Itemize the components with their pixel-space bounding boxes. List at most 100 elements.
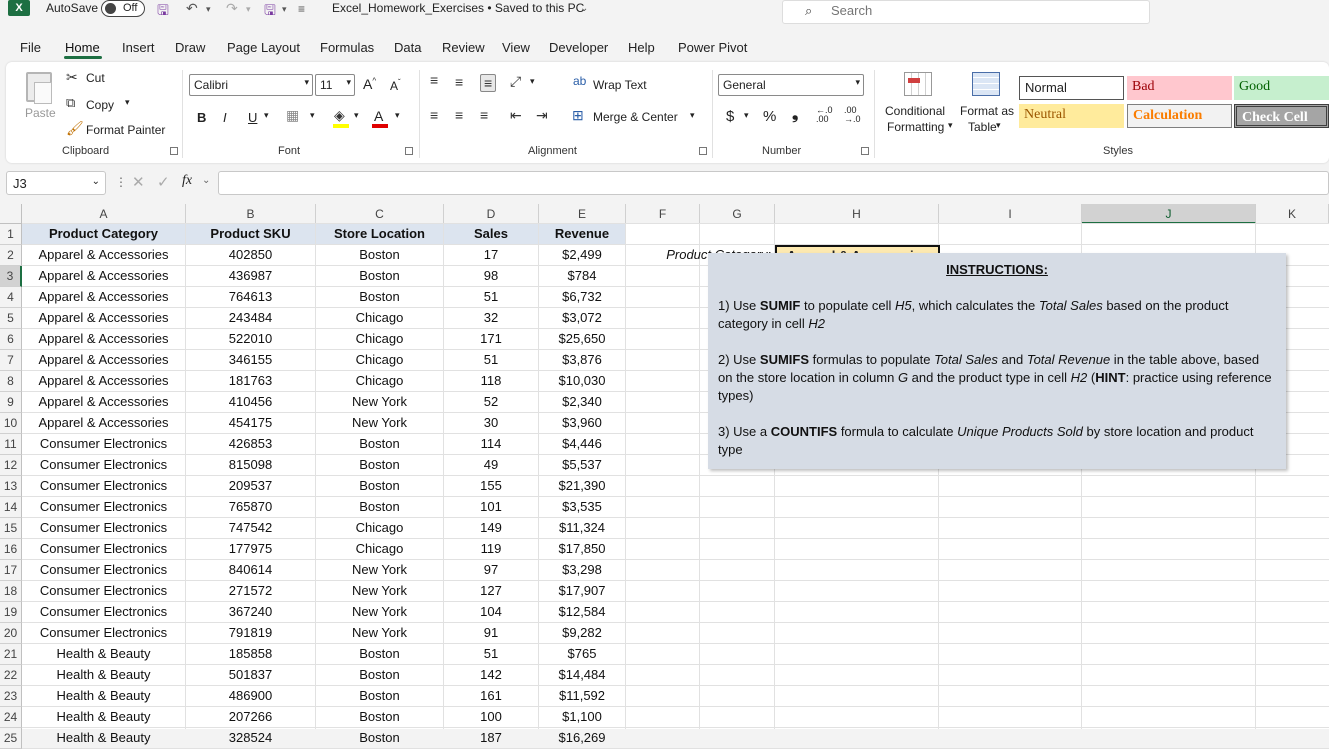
table-cell[interactable]: $25,650 — [539, 329, 625, 349]
table-cell[interactable]: 454175 — [186, 413, 315, 433]
column-header-b[interactable]: B — [186, 204, 316, 224]
table-cell[interactable]: Boston — [316, 245, 443, 265]
table-cell[interactable]: 17 — [444, 245, 538, 265]
table-cell[interactable]: Consumer Electronics — [22, 518, 185, 538]
table-cell[interactable]: $4,446 — [539, 434, 625, 454]
table-cell[interactable]: 328524 — [186, 728, 315, 748]
style-check-cell[interactable]: Check Cell — [1234, 104, 1329, 128]
currency-button[interactable]: $ — [726, 108, 734, 125]
table-cell[interactable]: $12,584 — [539, 602, 625, 622]
tab-review[interactable]: Review — [442, 40, 485, 55]
table-cell[interactable]: 187 — [444, 728, 538, 748]
style-bad[interactable]: Bad — [1127, 76, 1232, 100]
table-cell[interactable]: Consumer Electronics — [22, 560, 185, 580]
table-cell[interactable]: Health & Beauty — [22, 686, 185, 706]
table-cell[interactable]: Chicago — [316, 308, 443, 328]
borders-icon[interactable]: ▦ — [286, 107, 299, 124]
table-cell[interactable]: New York — [316, 581, 443, 601]
table-cell[interactable]: Consumer Electronics — [22, 455, 185, 475]
row-header[interactable]: 25 — [0, 728, 22, 749]
column-header-h[interactable]: H — [775, 204, 939, 224]
table-cell[interactable]: 243484 — [186, 308, 315, 328]
table-cell[interactable]: Boston — [316, 665, 443, 685]
file-title[interactable]: Excel_Homework_Exercises • Saved to this… — [332, 1, 584, 15]
table-cell[interactable]: $6,732 — [539, 287, 625, 307]
search-box[interactable]: ⌕ — [782, 0, 1150, 24]
customize-qat-icon[interactable]: ≡ — [298, 2, 305, 16]
bold-button[interactable]: B — [197, 110, 206, 125]
table-cell[interactable]: Boston — [316, 266, 443, 286]
table-cell[interactable]: 51 — [444, 644, 538, 664]
increase-indent-icon[interactable]: ⇥ — [536, 107, 548, 124]
table-cell[interactable]: Chicago — [316, 518, 443, 538]
borders-dropdown-icon[interactable]: ▾ — [310, 110, 315, 121]
tab-view[interactable]: View — [502, 40, 530, 55]
underline-dropdown-icon[interactable]: ▾ — [264, 110, 269, 121]
save-icon[interactable]: 🖫 — [157, 0, 169, 24]
table-cell[interactable]: Boston — [316, 686, 443, 706]
underline-button[interactable]: U — [248, 110, 257, 125]
copy-button[interactable]: Copy — [86, 98, 114, 112]
column-header-k[interactable]: K — [1256, 204, 1329, 224]
table-cell[interactable]: $10,030 — [539, 371, 625, 391]
qat-dropdown-icon[interactable]: ▾ — [282, 4, 287, 15]
style-neutral[interactable]: Neutral — [1019, 104, 1124, 128]
row-header[interactable]: 18 — [0, 581, 22, 602]
fill-dropdown-icon[interactable]: ▾ — [354, 110, 359, 121]
row-header[interactable]: 21 — [0, 644, 22, 665]
tab-file[interactable]: File — [20, 40, 41, 55]
column-header-g[interactable]: G — [700, 204, 775, 224]
table-cell[interactable]: $14,484 — [539, 665, 625, 685]
table-cell[interactable]: Boston — [316, 287, 443, 307]
font-launcher-icon[interactable] — [405, 147, 413, 155]
tab-formulas[interactable]: Formulas — [320, 40, 374, 55]
table-header-cell[interactable]: Product SKU — [186, 224, 315, 244]
cancel-icon[interactable]: ✕ — [132, 173, 145, 191]
table-cell[interactable]: $11,592 — [539, 686, 625, 706]
table-cell[interactable]: 185858 — [186, 644, 315, 664]
table-cell[interactable]: $765 — [539, 644, 625, 664]
table-cell[interactable]: 840614 — [186, 560, 315, 580]
row-header[interactable]: 9 — [0, 392, 22, 413]
wrap-text-icon[interactable]: ab — [573, 74, 586, 88]
percent-button[interactable]: % — [763, 108, 776, 125]
table-cell[interactable]: 98 — [444, 266, 538, 286]
table-cell[interactable]: Consumer Electronics — [22, 539, 185, 559]
table-cell[interactable]: 346155 — [186, 350, 315, 370]
table-cell[interactable]: New York — [316, 560, 443, 580]
shrink-font-icon[interactable]: Aˇ — [390, 78, 401, 93]
row-header[interactable]: 1 — [0, 224, 22, 245]
column-header-e[interactable]: E — [539, 204, 626, 224]
table-cell[interactable]: 51 — [444, 287, 538, 307]
table-cell[interactable]: Boston — [316, 434, 443, 454]
table-cell[interactable]: Chicago — [316, 329, 443, 349]
table-cell[interactable]: 367240 — [186, 602, 315, 622]
copy-icon[interactable]: ⧉ — [66, 95, 75, 111]
redo-dropdown-icon[interactable]: ▾ — [246, 4, 251, 15]
column-header-f[interactable]: F — [626, 204, 700, 224]
row-header[interactable]: 3 — [0, 266, 22, 287]
italic-button[interactable]: I — [223, 110, 227, 125]
table-cell[interactable]: Health & Beauty — [22, 665, 185, 685]
tab-developer[interactable]: Developer — [549, 40, 608, 55]
cut-button[interactable]: Cut — [86, 71, 105, 85]
table-cell[interactable]: New York — [316, 392, 443, 412]
table-cell[interactable]: Apparel & Accessories — [22, 245, 185, 265]
table-cell[interactable]: $3,298 — [539, 560, 625, 580]
font-name-select[interactable]: Calibri ▾ — [189, 74, 313, 96]
table-cell[interactable]: Health & Beauty — [22, 644, 185, 664]
table-cell[interactable]: 271572 — [186, 581, 315, 601]
instructions-textbox[interactable]: INSTRUCTIONS: 1) Use SUMIF to populate c… — [708, 253, 1286, 469]
column-header-i[interactable]: I — [939, 204, 1082, 224]
increase-decimal-button[interactable]: ←.0 .00 — [816, 106, 838, 124]
table-header-cell[interactable]: Revenue — [539, 224, 625, 244]
row-header[interactable]: 6 — [0, 329, 22, 350]
table-cell[interactable]: Consumer Electronics — [22, 623, 185, 643]
merge-center-icon[interactable]: ⊞ — [572, 107, 584, 124]
row-header[interactable]: 8 — [0, 371, 22, 392]
row-header[interactable]: 5 — [0, 308, 22, 329]
table-cell[interactable]: $2,499 — [539, 245, 625, 265]
align-left-icon[interactable]: ≡ — [430, 107, 438, 123]
table-cell[interactable]: 119 — [444, 539, 538, 559]
fill-color-icon[interactable]: ◈ — [334, 107, 345, 124]
